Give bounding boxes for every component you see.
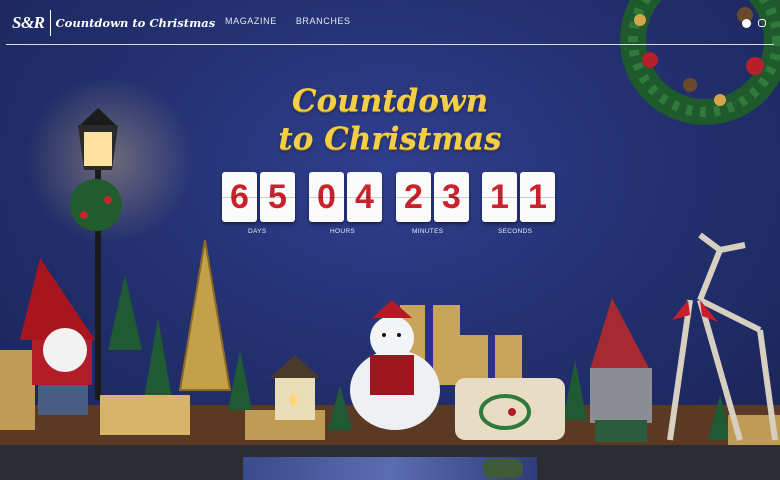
title-line-2: to Christmas (278, 121, 502, 157)
digit-tile: 1 (482, 172, 517, 222)
next-section (0, 445, 780, 480)
site-title: Countdown to Christmas (55, 16, 216, 30)
days-label: DAYS (248, 228, 267, 235)
instagram-icon[interactable] (758, 19, 766, 27)
countdown-timer: 6 5 DAYS 0 4 HOURS 2 3 MINUTES 1 1 SECON… (0, 172, 780, 242)
village-house-icon (270, 355, 320, 420)
nav-item-branches[interactable]: BRANCHES (296, 16, 351, 26)
digit-tile: 4 (347, 172, 382, 222)
nav-item-magazine[interactable]: MAGAZINE (225, 16, 277, 26)
minutes-label: MINUTES (412, 228, 444, 235)
hours-label: HOURS (330, 228, 355, 235)
pillow-icon (455, 378, 565, 440)
digit-tile: 1 (520, 172, 555, 222)
banner-wreath-icon (483, 459, 523, 478)
logo-mark: S&R (12, 13, 45, 32)
main-nav: MAGAZINE BRANCHES (225, 16, 351, 26)
digit-tile: 5 (260, 172, 295, 222)
gold-tree-icon (178, 239, 232, 391)
hero-section: S&R Countdown to Christmas MAGAZINE BRAN… (0, 0, 780, 445)
digit-tile: 3 (434, 172, 469, 222)
countdown-days: 6 5 DAYS (222, 172, 295, 235)
next-section-banner (243, 457, 537, 480)
logo-divider (49, 10, 51, 36)
digit-tile: 0 (309, 172, 344, 222)
facebook-icon[interactable] (742, 19, 751, 28)
digit-tile: 6 (222, 172, 257, 222)
countdown-hours: 0 4 HOURS (309, 172, 382, 235)
site-header: S&R Countdown to Christmas MAGAZINE BRAN… (0, 0, 780, 45)
header-divider (6, 44, 774, 45)
digit-tile: 2 (396, 172, 431, 222)
countdown-seconds: 1 1 SECONDS (482, 172, 555, 235)
social-links (742, 19, 766, 28)
countdown-minutes: 2 3 MINUTES (396, 172, 469, 235)
title-line-1: Countdown (291, 83, 489, 119)
gnome-right-icon (590, 298, 652, 442)
seconds-label: SECONDS (498, 228, 533, 235)
site-logo[interactable]: S&R Countdown to Christmas (12, 8, 215, 38)
page-title: Countdown to Christmas (0, 82, 780, 158)
